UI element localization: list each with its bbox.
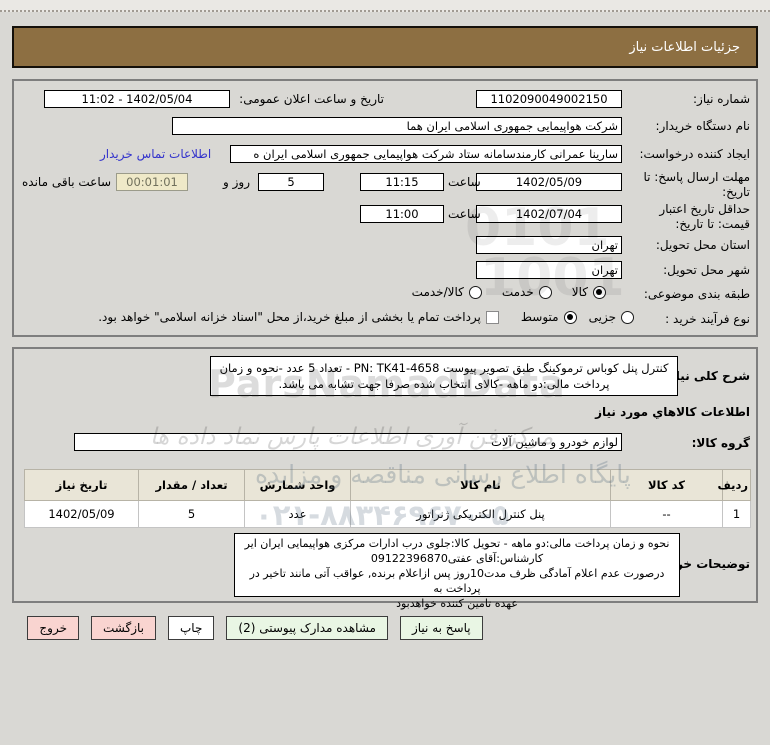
process-option-minor[interactable]: جزیی — [589, 310, 634, 324]
buyer-notes-line: درصورت عدم اعلام آمادگی ظرف مدت10روز پس … — [249, 567, 665, 595]
countdown-timer — [116, 173, 188, 191]
city-input[interactable] — [476, 261, 622, 279]
radio-unselected-icon[interactable] — [621, 310, 634, 324]
need-description-box[interactable]: کنترل پنل کوباس ترموکینگ طبق تصویر پیوست… — [210, 356, 678, 396]
cell-unit: عدد — [244, 500, 351, 528]
window-top-divider — [0, 0, 770, 12]
buyer-org-input[interactable] — [172, 117, 622, 135]
cell-row-no: 1 — [722, 500, 751, 528]
price-validity-date-input[interactable] — [476, 205, 622, 223]
price-validity-label: حداقل تاریخ اعتبار قیمت: تا تاریخ: — [632, 202, 750, 232]
header-cell-unit: واحد شمارش — [244, 469, 351, 501]
treasury-payment-label: پرداخت تمام یا بخشی از مبلغ خرید،از محل … — [98, 310, 481, 324]
action-buttons-row: پاسخ به نیاز مشاهده مدارک پیوستی (2) چاپ… — [27, 616, 483, 640]
reply-deadline-label-line1: مهلت ارسال پاسخ: تا — [643, 170, 750, 184]
goods-group-input[interactable] — [74, 433, 622, 451]
price-validity-label-line2: قیمت: تا تاریخ: — [675, 217, 750, 231]
reply-deadline-date-input[interactable] — [476, 173, 622, 191]
need-number-input[interactable] — [476, 90, 622, 108]
category-option-goods-service-label: کالا/خدمت — [411, 285, 464, 299]
cell-need-date: 1402/05/09 — [24, 500, 139, 528]
view-attachments-button[interactable]: مشاهده مدارک پیوستی (2) — [226, 616, 388, 640]
print-button[interactable]: چاپ — [168, 616, 215, 640]
exit-button[interactable]: خروج — [27, 616, 79, 640]
category-option-goods-service[interactable]: کالا/خدمت — [412, 285, 482, 299]
buyer-notes-line: عهده تامین کننده خواهدبود — [396, 597, 518, 610]
province-input[interactable] — [476, 236, 622, 254]
days-remaining-input[interactable] — [258, 173, 324, 191]
process-type-label: نوع فرآیند خرید : — [665, 312, 750, 326]
process-option-minor-label: جزیی — [588, 310, 616, 324]
category-option-service[interactable]: خدمت — [502, 285, 552, 299]
price-validity-time-input[interactable] — [360, 205, 444, 223]
cell-item-code: -- — [610, 500, 723, 528]
request-creator-input[interactable] — [230, 145, 622, 163]
need-info-panel: شماره نیاز: تاریخ و ساعت اعلان عمومی: نا… — [12, 79, 758, 337]
days-label: روز و — [223, 175, 250, 189]
buyer-notes-line: کارشناس:آقای عفتی09122396870 — [370, 552, 544, 565]
page: جزئیات اطلاعات نیاز شماره نیاز: تاریخ و … — [0, 0, 770, 745]
radio-unselected-icon[interactable] — [538, 285, 552, 299]
treasury-payment-option[interactable]: پرداخت تمام یا بخشی از مبلغ خرید،از محل … — [98, 310, 499, 324]
reply-deadline-label-line2: تاریخ: — [722, 185, 750, 199]
section-header-bar: جزئیات اطلاعات نیاز — [12, 26, 758, 68]
province-label: استان محل تحویل: — [655, 238, 750, 252]
header-cell-row-no: ردیف — [717, 469, 751, 501]
items-table: ردیف کد کالا نام کالا واحد شمارش تعداد /… — [24, 469, 751, 528]
category-radio-group: کالا خدمت کالا/خدمت — [412, 285, 606, 299]
section-title: جزئیات اطلاعات نیاز — [629, 39, 740, 55]
price-validity-label-line1: حداقل تاریخ اعتبار — [659, 202, 750, 216]
need-number-label: شماره نیاز: — [693, 92, 750, 106]
checkbox-icon[interactable] — [485, 310, 499, 324]
reply-deadline-label: مهلت ارسال پاسخ: تا تاریخ: — [632, 170, 750, 200]
category-option-service-label: خدمت — [501, 285, 534, 299]
validity-hour-label: ساعت — [448, 207, 481, 221]
city-label: شهر محل تحویل: — [663, 263, 750, 277]
respond-button[interactable]: پاسخ به نیاز — [399, 616, 483, 640]
buyer-notes-line: نحوه و زمان پرداخت مالی:دو ماهه - تحویل … — [244, 537, 670, 550]
items-table-header-row: ردیف کد کالا نام کالا واحد شمارش تعداد /… — [24, 469, 751, 501]
buyer-notes-box[interactable]: نحوه و زمان پرداخت مالی:دو ماهه - تحویل … — [234, 533, 680, 610]
cell-quantity: 5 — [138, 500, 245, 528]
reply-hour-label: ساعت — [448, 175, 481, 189]
radio-selected-icon[interactable] — [563, 310, 577, 324]
goods-info-panel: شرح کلی نیاز: کنترل پنل کوباس ترموکینگ ط… — [12, 347, 758, 610]
category-option-goods[interactable]: کالا — [572, 285, 606, 299]
table-row[interactable]: 1 -- پنل کنترل الکتریکی ژنراتور عدد 5 14… — [24, 500, 751, 528]
radio-selected-icon[interactable] — [593, 285, 606, 299]
buyer-contact-link[interactable]: اطلاعات تماس خریدار — [100, 147, 211, 161]
request-creator-label: ایجاد کننده درخواست: — [639, 147, 750, 161]
category-option-goods-label: کالا — [571, 285, 588, 299]
header-cell-item-name: نام کالا — [350, 469, 611, 501]
buyer-org-label: نام دستگاه خریدار: — [655, 119, 751, 133]
process-option-medium[interactable]: متوسط — [521, 310, 577, 324]
cell-item-name: پنل کنترل الکتریکی ژنراتور — [350, 500, 611, 528]
category-label: طبقه بندی موضوعی: — [643, 287, 750, 301]
announce-datetime-input[interactable] — [44, 90, 230, 108]
process-option-medium-label: متوسط — [520, 310, 559, 324]
reply-deadline-time-input[interactable] — [360, 173, 444, 191]
goods-group-label: گروه کالا: — [691, 436, 750, 450]
goods-section-header: اطلاعات کالاهاي مورد نیاز — [595, 405, 750, 419]
back-button[interactable]: بازگشت — [91, 616, 156, 640]
header-cell-quantity: تعداد / مقدار — [138, 469, 245, 501]
radio-unselected-icon[interactable] — [468, 285, 482, 299]
header-cell-need-date: تاریخ نیاز — [24, 469, 139, 501]
countdown-label: ساعت باقی مانده — [22, 175, 112, 189]
announce-datetime-label: تاریخ و ساعت اعلان عمومی: — [239, 92, 384, 106]
process-type-radio-group: جزیی متوسط پرداخت تمام یا بخشی از مبلغ خ… — [98, 310, 634, 324]
header-cell-item-code: کد کالا — [610, 469, 723, 501]
